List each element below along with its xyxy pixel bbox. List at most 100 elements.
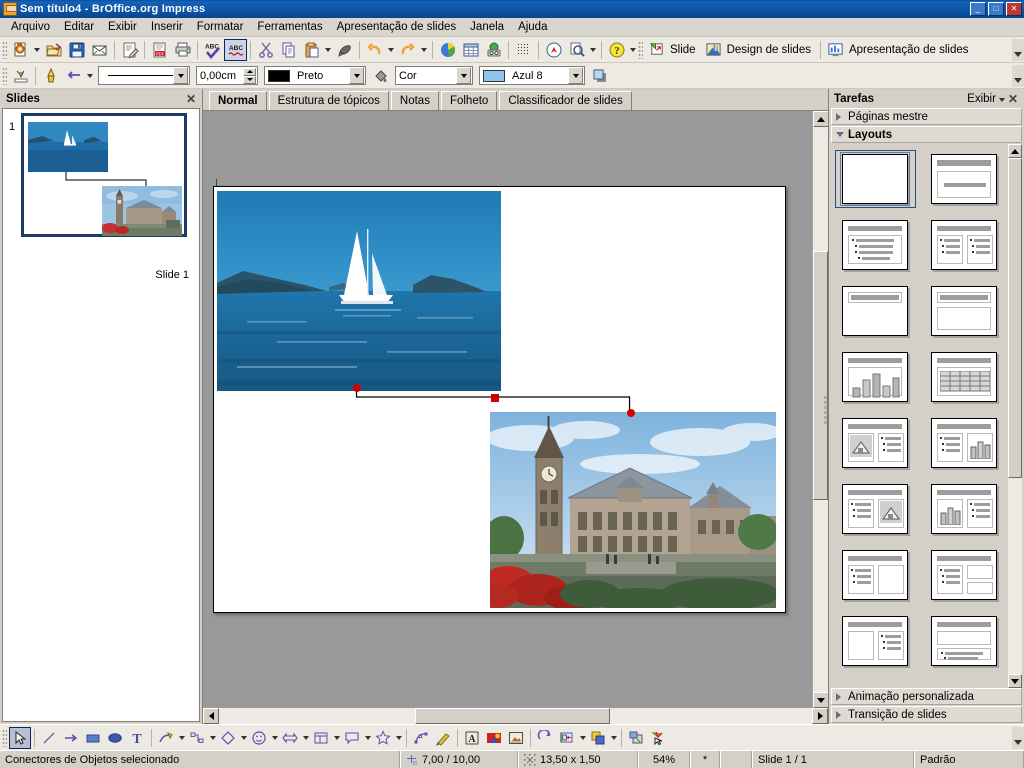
basic-shapes-dropdown-icon[interactable]	[239, 727, 248, 749]
glue-points-icon[interactable]	[432, 727, 454, 749]
scroll-up-icon[interactable]	[813, 111, 829, 127]
new-document-icon[interactable]	[9, 39, 32, 61]
layout-text-clip[interactable]	[835, 480, 916, 538]
layout-blank[interactable]	[835, 150, 916, 208]
minimize-button[interactable]: _	[970, 2, 986, 16]
tasks-panel-close-icon[interactable]: ✕	[1005, 92, 1021, 106]
layouts-scroll-thumb[interactable]	[1008, 158, 1022, 478]
edit-file-icon[interactable]	[118, 39, 141, 61]
basic-shapes-icon[interactable]	[217, 727, 239, 749]
align-icon[interactable]	[556, 727, 578, 749]
callout-dropdown-icon[interactable]	[363, 727, 372, 749]
layout-clip-text[interactable]	[835, 414, 916, 472]
spellcheck-icon[interactable]: ABC	[201, 39, 224, 61]
email-document-icon[interactable]	[88, 39, 111, 61]
callout-shapes-icon[interactable]	[341, 727, 363, 749]
menu-editar[interactable]: Editar	[57, 19, 101, 35]
close-button[interactable]: ✕	[1006, 2, 1022, 16]
scroll-left-icon[interactable]	[203, 708, 219, 724]
line-color-chevron-down-icon[interactable]	[349, 67, 364, 84]
help-icon[interactable]: ?	[605, 39, 628, 61]
undo-icon[interactable]	[363, 39, 386, 61]
vertical-scroll-track[interactable]	[813, 127, 828, 692]
vertical-scrollbar[interactable]	[812, 111, 829, 708]
undo-dropdown-icon[interactable]	[386, 39, 396, 61]
scroll-right-icon[interactable]	[812, 708, 828, 724]
interaction-icon[interactable]	[625, 727, 647, 749]
clone-formatting-icon[interactable]	[333, 39, 356, 61]
line-width-value[interactable]: 0,00cm	[197, 70, 243, 82]
menu-janela[interactable]: Janela	[463, 19, 511, 35]
print-icon[interactable]	[171, 39, 194, 61]
layout-two-rows[interactable]	[924, 612, 1005, 670]
cut-icon[interactable]	[254, 39, 277, 61]
open-document-icon[interactable]	[42, 39, 65, 61]
connector-tool-icon[interactable]	[186, 727, 208, 749]
insert-image-icon[interactable]	[483, 727, 505, 749]
curve-dropdown-icon[interactable]	[177, 727, 186, 749]
points-edit-icon[interactable]	[410, 727, 432, 749]
paste-icon[interactable]	[300, 39, 323, 61]
section-layouts[interactable]: Layouts	[831, 126, 1022, 143]
redo-icon[interactable]	[396, 39, 419, 61]
display-grid-icon[interactable]	[512, 39, 535, 61]
layout-title-content[interactable]	[924, 150, 1005, 208]
stars-dropdown-icon[interactable]	[394, 727, 403, 749]
new-document-dropdown-icon[interactable]	[32, 39, 42, 61]
line-width-spinner[interactable]: 0,00cm	[196, 66, 258, 85]
layout-text-box[interactable]	[835, 546, 916, 604]
export-pdf-icon[interactable]: PDF	[148, 39, 171, 61]
menu-apresentacao-de-slides[interactable]: Apresentação de slides	[330, 19, 464, 35]
slide-canvas[interactable]	[203, 111, 812, 708]
vertical-scroll-thumb[interactable]	[813, 251, 828, 500]
area-style-chevron-down-icon[interactable]	[456, 67, 471, 84]
line-fill-toolbar-overflow-icon[interactable]	[1012, 64, 1024, 87]
section-paginas-mestre[interactable]: Páginas mestre	[831, 108, 1022, 125]
line-tool-icon[interactable]	[38, 727, 60, 749]
line-width-increment-icon[interactable]	[243, 67, 256, 76]
horizontal-scroll-track[interactable]	[219, 708, 812, 724]
drawing-toolbar-grip[interactable]	[2, 728, 7, 747]
line-color-combo[interactable]: Preto	[264, 66, 366, 85]
layout-two-content[interactable]	[924, 216, 1005, 274]
menu-arquivo[interactable]: Arquivo	[4, 19, 57, 35]
area-style-combo[interactable]: Cor	[395, 66, 473, 85]
rectangle-tool-icon[interactable]	[82, 727, 104, 749]
line-style-combo[interactable]	[98, 66, 190, 85]
slides-list[interactable]: 1 Slide 1	[2, 108, 200, 722]
layout-title-table[interactable]	[924, 348, 1005, 406]
menu-inserir[interactable]: Inserir	[144, 19, 190, 35]
navigator-icon[interactable]	[542, 39, 565, 61]
area-fill-icon[interactable]	[369, 65, 392, 87]
layout-title-only[interactable]	[835, 282, 916, 340]
slide-design-button[interactable]: Design de slides	[702, 39, 817, 61]
tasks-view-label[interactable]: Exibir	[967, 93, 999, 105]
arrow-style-dropdown-icon[interactable]	[85, 65, 95, 87]
fontwork-icon[interactable]: A	[461, 727, 483, 749]
horizontal-scroll-thumb[interactable]	[414, 708, 611, 724]
palace-photo[interactable]	[490, 412, 776, 608]
tab-classificador-de-slides[interactable]: Classificador de slides	[499, 91, 632, 110]
align-dropdown-icon[interactable]	[578, 727, 587, 749]
section-transicao-de-slides[interactable]: Transição de slides	[831, 706, 1022, 723]
tab-normal[interactable]: Normal	[209, 91, 267, 110]
area-shadow-icon[interactable]	[588, 65, 611, 87]
autospellcheck-icon[interactable]: ABC	[224, 38, 247, 61]
layouts-scroll-down-icon[interactable]	[1008, 674, 1022, 688]
slide-thumbnail-1[interactable]	[21, 113, 187, 237]
connector-start-handle[interactable]	[353, 384, 361, 392]
line-style-chevron-down-icon[interactable]	[173, 67, 188, 84]
flowchart-dropdown-icon[interactable]	[332, 727, 341, 749]
copy-icon[interactable]	[277, 39, 300, 61]
text-tool-icon[interactable]: T	[126, 727, 148, 749]
menu-exibir[interactable]: Exibir	[101, 19, 144, 35]
fill-color-combo[interactable]: Azul 8	[479, 66, 585, 85]
ellipse-tool-icon[interactable]	[104, 727, 126, 749]
glue-point-style-icon[interactable]	[39, 65, 62, 87]
save-icon[interactable]	[65, 39, 88, 61]
paste-dropdown-icon[interactable]	[323, 39, 333, 61]
menu-formatar[interactable]: Formatar	[190, 19, 251, 35]
gallery-shapes-icon[interactable]	[505, 727, 527, 749]
presentation-toolbar-grip[interactable]	[638, 40, 643, 59]
layouts-scroll-track[interactable]	[1008, 158, 1022, 674]
